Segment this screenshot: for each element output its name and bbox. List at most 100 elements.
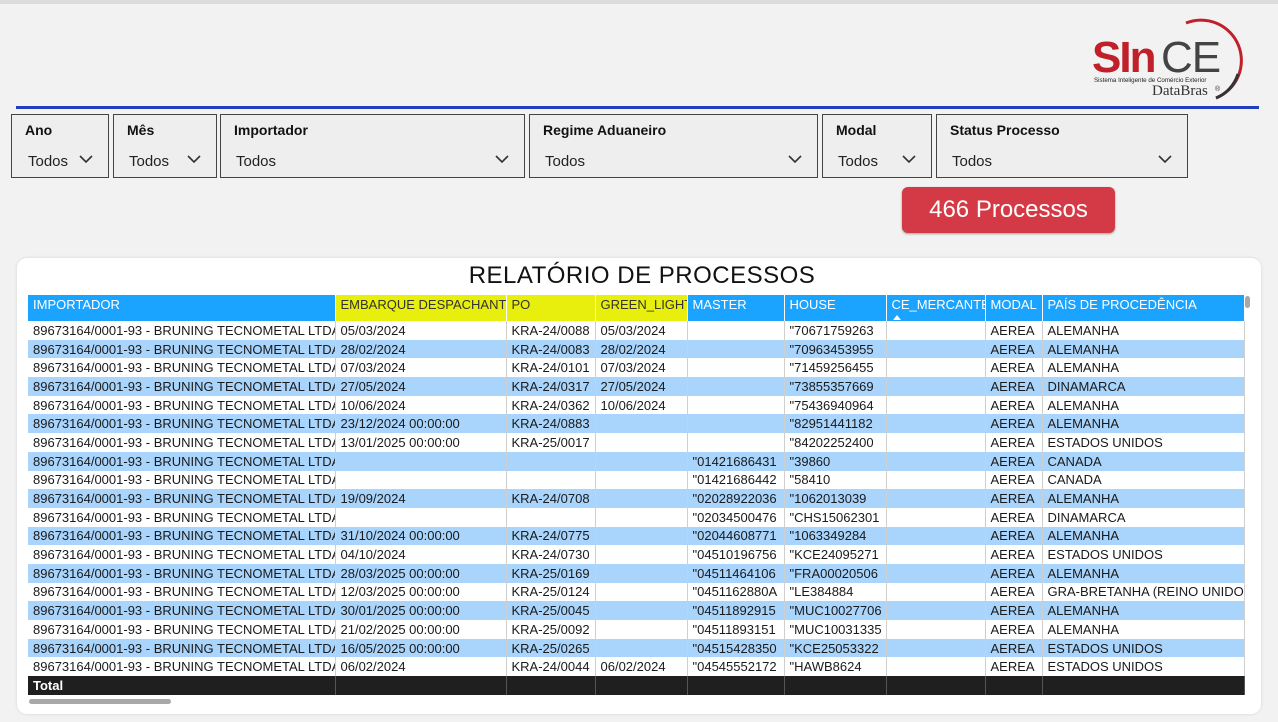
cell-po: KRA-24/0044 xyxy=(506,657,596,677)
cell-pais-procedencia: DINAMARCA xyxy=(1042,507,1245,527)
cell-embarque-despachante xyxy=(335,451,507,471)
filter-modal-label: Modal xyxy=(836,122,877,138)
cell-house: "82951441182 xyxy=(784,414,887,434)
column-header-ce-mercante[interactable]: CE_MERCANTE xyxy=(886,295,986,321)
filter-modal-value[interactable]: Todos xyxy=(838,153,878,170)
column-header-po[interactable]: PO xyxy=(506,295,596,321)
filter-mes-label: Mês xyxy=(127,122,155,138)
cell-house: "MUC10031335 xyxy=(784,620,887,639)
cell-ce-mercante xyxy=(886,321,986,340)
chevron-down-icon[interactable] xyxy=(494,151,510,167)
cell-pais-procedencia: ALEMANHA xyxy=(1042,526,1245,546)
table-row[interactable]: 89673164/0001-93 - BRUNING TECNOMETAL LT… xyxy=(28,601,1245,620)
filter-status-processo[interactable]: Status Processo Todos xyxy=(936,114,1188,178)
table-row[interactable]: 89673164/0001-93 - BRUNING TECNOMETAL LT… xyxy=(28,321,1245,340)
filter-regime-aduaneiro[interactable]: Regime Aduaneiro Todos xyxy=(529,114,818,178)
column-header-pais-procedencia[interactable]: PAÍS DE PROCEDÊNCIA xyxy=(1042,295,1245,321)
cell-importador: 89673164/0001-93 - BRUNING TECNOMETAL LT… xyxy=(28,620,336,639)
header-divider xyxy=(16,106,1259,109)
chevron-down-icon[interactable] xyxy=(787,151,803,167)
table-row[interactable]: 89673164/0001-93 - BRUNING TECNOMETAL LT… xyxy=(28,638,1245,658)
cell-green-light: 28/02/2024 xyxy=(595,339,688,359)
cell-embarque-despachante: 13/01/2025 00:00:00 xyxy=(335,433,507,452)
cell-importador: 89673164/0001-93 - BRUNING TECNOMETAL LT… xyxy=(28,563,336,583)
cell-modal: AEREA xyxy=(985,638,1043,658)
cell-pais-procedencia: ESTADOS UNIDOS xyxy=(1042,433,1245,452)
cell-master xyxy=(687,433,785,452)
chevron-down-icon[interactable] xyxy=(186,151,202,167)
column-header-modal[interactable]: MODAL xyxy=(985,295,1043,321)
column-header-embarque-despachante[interactable]: EMBARQUE DESPACHANTE xyxy=(335,295,507,321)
table-row[interactable]: 89673164/0001-93 - BRUNING TECNOMETAL LT… xyxy=(28,657,1245,677)
vertical-scrollbar[interactable] xyxy=(1245,296,1250,308)
cell-house: "75436940964 xyxy=(784,395,887,415)
cell-po: KRA-24/0775 xyxy=(506,526,596,546)
filter-ano-value[interactable]: Todos xyxy=(28,153,68,170)
cell-house: "58410 xyxy=(784,470,887,490)
cell-modal: AEREA xyxy=(985,657,1043,677)
chevron-down-icon[interactable] xyxy=(1157,151,1173,167)
cell-ce-mercante xyxy=(886,601,986,620)
cell-importador: 89673164/0001-93 - BRUNING TECNOMETAL LT… xyxy=(28,377,336,396)
table-row[interactable]: 89673164/0001-93 - BRUNING TECNOMETAL LT… xyxy=(28,526,1245,546)
cell-embarque-despachante xyxy=(335,470,507,490)
cell-modal: AEREA xyxy=(985,377,1043,396)
cell-modal: AEREA xyxy=(985,358,1043,378)
cell-modal: AEREA xyxy=(985,339,1043,359)
column-header-master[interactable]: MASTER xyxy=(687,295,785,321)
cell-ce-mercante xyxy=(886,470,986,490)
table-row[interactable]: 89673164/0001-93 - BRUNING TECNOMETAL LT… xyxy=(28,358,1245,378)
filter-importador-value[interactable]: Todos xyxy=(236,153,276,170)
column-header-green-light[interactable]: GREEN_LIGHT xyxy=(595,295,688,321)
table-row[interactable]: 89673164/0001-93 - BRUNING TECNOMETAL LT… xyxy=(28,377,1245,396)
total-cell xyxy=(687,676,785,696)
cell-master: "04515428350 xyxy=(687,638,785,658)
cell-house: "71459256455 xyxy=(784,358,887,378)
table-row[interactable]: 89673164/0001-93 - BRUNING TECNOMETAL LT… xyxy=(28,620,1245,639)
horizontal-scrollbar[interactable] xyxy=(29,699,171,704)
filter-mes-value[interactable]: Todos xyxy=(129,153,169,170)
chevron-down-icon[interactable] xyxy=(78,151,94,167)
process-count-card: 466 Processos xyxy=(902,187,1115,233)
cell-house: "LE384884 xyxy=(784,582,887,602)
filter-mes[interactable]: Mês Todos xyxy=(113,114,217,178)
cell-green-light xyxy=(595,620,688,639)
cell-po: KRA-24/0362 xyxy=(506,395,596,415)
process-report-visual: RELATÓRIO DE PROCESSOS IMPORTADOR EMBARQ… xyxy=(17,258,1261,714)
cell-importador: 89673164/0001-93 - BRUNING TECNOMETAL LT… xyxy=(28,339,336,359)
table-row[interactable]: 89673164/0001-93 - BRUNING TECNOMETAL LT… xyxy=(28,563,1245,583)
table-row[interactable]: 89673164/0001-93 - BRUNING TECNOMETAL LT… xyxy=(28,507,1245,527)
table-row[interactable]: 89673164/0001-93 - BRUNING TECNOMETAL LT… xyxy=(28,339,1245,359)
cell-pais-procedencia: ALEMANHA xyxy=(1042,414,1245,434)
cell-pais-procedencia: CANADA xyxy=(1042,470,1245,490)
table-row[interactable]: 89673164/0001-93 - BRUNING TECNOMETAL LT… xyxy=(28,433,1245,452)
cell-importador: 89673164/0001-93 - BRUNING TECNOMETAL LT… xyxy=(28,395,336,415)
cell-embarque-despachante: 04/10/2024 xyxy=(335,545,507,564)
table-row[interactable]: 89673164/0001-93 - BRUNING TECNOMETAL LT… xyxy=(28,395,1245,415)
cell-po: KRA-25/0124 xyxy=(506,582,596,602)
chevron-down-icon[interactable] xyxy=(901,151,917,167)
table-row[interactable]: 89673164/0001-93 - BRUNING TECNOMETAL LT… xyxy=(28,489,1245,508)
table-row[interactable]: 89673164/0001-93 - BRUNING TECNOMETAL LT… xyxy=(28,545,1245,564)
cell-house: "HAWB8624 xyxy=(784,657,887,677)
table-row[interactable]: 89673164/0001-93 - BRUNING TECNOMETAL LT… xyxy=(28,451,1245,471)
cell-master: "0451162880A xyxy=(687,582,785,602)
cell-green-light: 10/06/2024 xyxy=(595,395,688,415)
filter-regime-value[interactable]: Todos xyxy=(545,153,585,170)
filter-importador[interactable]: Importador Todos xyxy=(220,114,525,178)
column-header-importador[interactable]: IMPORTADOR xyxy=(28,295,336,321)
cell-master: "04545552172 xyxy=(687,657,785,677)
table-row[interactable]: 89673164/0001-93 - BRUNING TECNOMETAL LT… xyxy=(28,414,1245,434)
filter-modal[interactable]: Modal Todos xyxy=(822,114,932,178)
cell-pais-procedencia: ALEMANHA xyxy=(1042,321,1245,340)
filter-status-value[interactable]: Todos xyxy=(952,153,992,170)
cell-po: KRA-24/0883 xyxy=(506,414,596,434)
cell-embarque-despachante: 07/03/2024 xyxy=(335,358,507,378)
filter-ano[interactable]: Ano Todos xyxy=(11,114,109,178)
cell-green-light xyxy=(595,507,688,527)
cell-ce-mercante xyxy=(886,563,986,583)
column-header-house[interactable]: HOUSE xyxy=(784,295,887,321)
table-row[interactable]: 89673164/0001-93 - BRUNING TECNOMETAL LT… xyxy=(28,470,1245,490)
table-row[interactable]: 89673164/0001-93 - BRUNING TECNOMETAL LT… xyxy=(28,582,1245,602)
cell-green-light: 05/03/2024 xyxy=(595,321,688,340)
